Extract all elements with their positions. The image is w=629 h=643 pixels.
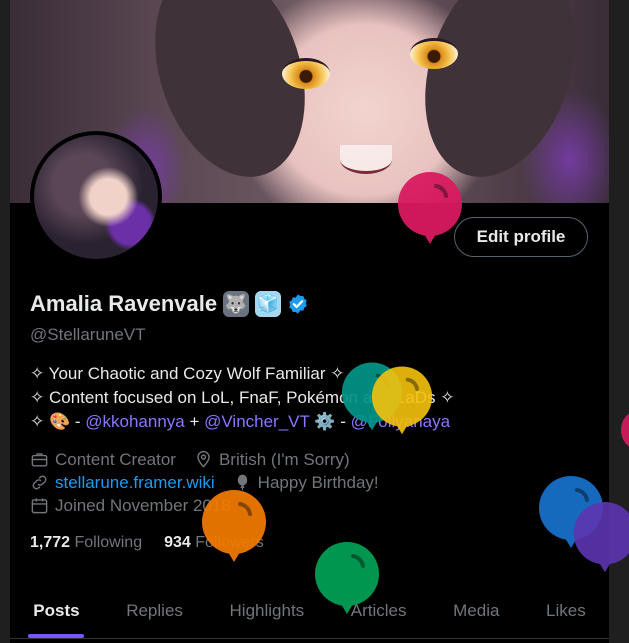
followers-count: 934 bbox=[164, 534, 191, 551]
balloon-orange-icon bbox=[202, 490, 266, 562]
location-text: British (I'm Sorry) bbox=[218, 450, 350, 469]
tab-likes[interactable]: Likes bbox=[523, 583, 609, 638]
mention-link-kkohannya[interactable]: @kkohannya bbox=[85, 412, 185, 431]
tab-posts[interactable]: Posts bbox=[10, 583, 103, 638]
following-count: 1,772 bbox=[30, 534, 71, 551]
avatar[interactable] bbox=[30, 131, 162, 263]
bio-plus: + bbox=[184, 412, 205, 431]
banner-eye-right bbox=[410, 38, 458, 69]
profile-page: Edit profile Amalia Ravenvale 🐺 🧊 @Stell… bbox=[10, 0, 609, 643]
banner-hair-right bbox=[399, 0, 601, 197]
handle: @StellaruneVT bbox=[30, 325, 146, 344]
wolf-emoji-icon: 🐺 bbox=[223, 291, 250, 317]
balloon-purple-icon bbox=[573, 502, 629, 573]
balloon-pink-icon bbox=[398, 172, 462, 244]
banner-eye-left bbox=[282, 58, 330, 89]
link-icon bbox=[32, 475, 47, 490]
location-pin-icon bbox=[197, 450, 210, 468]
balloon-green-icon bbox=[315, 542, 379, 614]
display-name: Amalia Ravenvale bbox=[30, 291, 218, 316]
following-label: Following bbox=[74, 534, 143, 551]
balloon-yellow-icon bbox=[371, 366, 433, 435]
name-row: Amalia Ravenvale 🐺 🧊 bbox=[30, 291, 309, 317]
tab-replies[interactable]: Replies bbox=[103, 583, 206, 638]
edit-profile-button[interactable]: Edit profile bbox=[454, 217, 588, 257]
verified-badge-icon[interactable] bbox=[287, 293, 309, 315]
briefcase-icon bbox=[31, 453, 48, 467]
category-text: Content Creator bbox=[55, 450, 176, 469]
avatar-image bbox=[34, 135, 158, 259]
bio-line-3-prefix: ✧ 🎨 - bbox=[30, 412, 86, 431]
balloon-edge-icon bbox=[621, 413, 629, 447]
banner-hair-left bbox=[129, 0, 331, 197]
following-link[interactable]: 1,772 Following bbox=[30, 534, 142, 552]
birthday-text: Happy Birthday! bbox=[257, 473, 379, 492]
banner-mouth bbox=[340, 145, 392, 174]
location-item: British (I'm Sorry) bbox=[194, 448, 350, 471]
ice-cube-emoji-icon: 🧊 bbox=[255, 291, 282, 317]
profile-tabs: Posts Replies Highlights Articles Media … bbox=[10, 583, 609, 639]
category-item: Content Creator bbox=[30, 448, 176, 471]
tab-media[interactable]: Media bbox=[430, 583, 523, 638]
website-link[interactable]: stellarune.framer.wiki bbox=[55, 471, 215, 494]
calendar-icon bbox=[31, 498, 48, 514]
meta-row-1: Content Creator British (I'm Sorry) bbox=[30, 448, 379, 471]
website-item: stellarune.framer.wiki bbox=[30, 471, 215, 494]
tab-highlights[interactable]: Highlights bbox=[206, 583, 327, 638]
mention-link-vincher[interactable]: @Vincher_VT bbox=[204, 412, 309, 431]
